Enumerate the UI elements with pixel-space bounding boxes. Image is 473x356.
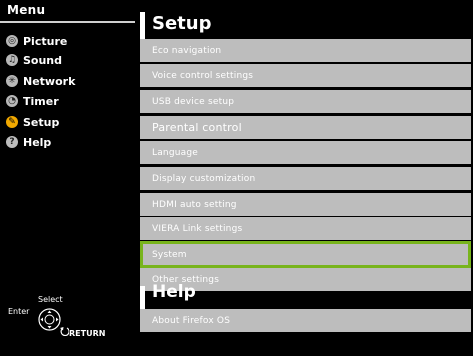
setup-item-label: Voice control settings <box>152 70 254 81</box>
setup-item-parental-control[interactable]: Parental control <box>140 116 471 139</box>
menu-item-label: Setup <box>23 115 60 129</box>
setup-item-label: System <box>152 249 187 260</box>
select-hint-label: Select <box>38 295 63 304</box>
header-accent <box>140 12 145 40</box>
menu-item-sound[interactable]: ♫ Sound <box>6 52 62 68</box>
setup-item-display-customization[interactable]: Display customization <box>140 167 471 190</box>
help-title: Help <box>152 282 196 302</box>
setup-item-label: VIERA Link settings <box>152 223 243 234</box>
help-header: Help <box>140 280 473 310</box>
setup-item-hdmi-auto-setting[interactable]: HDMI auto setting <box>140 193 471 216</box>
menu-item-label: Help <box>23 135 52 149</box>
return-icon <box>60 327 69 336</box>
menu-item-help[interactable]: ? Help <box>6 134 51 150</box>
setup-item-voice-control[interactable]: Voice control settings <box>140 64 471 87</box>
menu-item-picture[interactable]: ◎ Picture <box>6 33 67 49</box>
menu-item-setup[interactable]: ✎ Setup <box>6 114 59 130</box>
setup-item-usb-device-setup[interactable]: USB device setup <box>140 90 471 113</box>
setup-icon: ✎ <box>6 116 18 128</box>
sound-icon: ♫ <box>6 54 18 66</box>
menu-divider <box>0 21 135 23</box>
setup-item-label: Language <box>152 147 199 158</box>
setup-item-system[interactable]: System <box>140 241 471 268</box>
menu-item-label: Timer <box>23 94 59 108</box>
setup-item-language[interactable]: Language <box>140 141 471 164</box>
menu-item-label: Sound <box>23 53 63 67</box>
return-hint-label: RETURN <box>69 329 106 338</box>
help-item-label: About Firefox OS <box>152 315 231 326</box>
setup-item-viera-link-settings[interactable]: VIERA Link settings <box>140 217 471 240</box>
header-accent <box>140 286 145 310</box>
menu-item-timer[interactable]: ◔ Timer <box>6 93 59 109</box>
setup-item-label: Eco navigation <box>152 45 222 56</box>
page-title: Setup <box>152 13 212 34</box>
timer-icon: ◔ <box>6 95 18 107</box>
setup-item-label: USB device setup <box>152 96 235 107</box>
network-icon: ✳ <box>6 75 18 87</box>
help-item-about-firefox-os[interactable]: About Firefox OS <box>140 309 471 332</box>
menu-item-network[interactable]: ✳ Network <box>6 73 75 89</box>
enter-hint-label: Enter <box>8 307 30 316</box>
dpad-icon <box>38 308 61 331</box>
setup-item-label: Parental control <box>152 121 242 134</box>
setup-item-label: Display customization <box>152 173 256 184</box>
setup-item-label: HDMI auto setting <box>152 199 237 210</box>
setup-item-eco-navigation[interactable]: Eco navigation <box>140 39 471 62</box>
setup-header: Setup <box>140 5 473 40</box>
picture-icon: ◎ <box>6 35 18 47</box>
menu-panel: Menu ◎ Picture ♫ Sound ✳ Network ◔ Timer… <box>0 0 137 356</box>
menu-title: Menu <box>7 3 46 17</box>
help-icon: ? <box>6 136 18 148</box>
menu-item-label: Picture <box>23 34 68 48</box>
menu-item-label: Network <box>23 74 76 88</box>
